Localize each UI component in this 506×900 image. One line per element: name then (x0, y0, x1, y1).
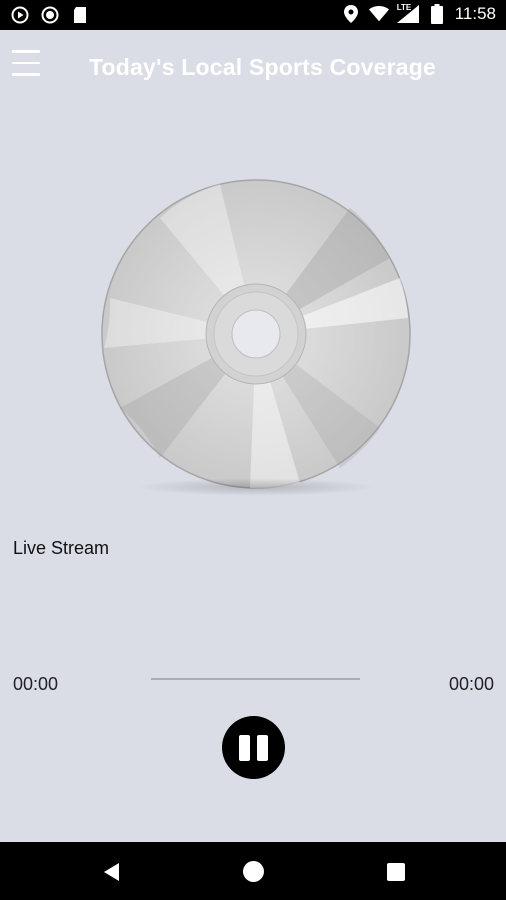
sd-card-icon (70, 5, 90, 25)
hamburger-icon[interactable] (12, 50, 44, 80)
progress-track[interactable] (151, 678, 360, 680)
elapsed-time: 00:00 (13, 674, 59, 694)
app-bar: Today's Local Sports Coverage (0, 30, 506, 106)
wifi-icon (368, 4, 389, 24)
total-time: 00:00 (448, 674, 494, 694)
battery-icon (427, 4, 447, 24)
stream-title: Live Stream (13, 538, 110, 558)
home-icon[interactable] (243, 861, 264, 882)
navigation-bar (0, 842, 506, 900)
play-circle-icon (10, 5, 30, 25)
network-type-label: LTE (396, 3, 412, 12)
back-icon[interactable] (100, 861, 122, 883)
record-icon (40, 5, 60, 25)
signal-icon: LTE (396, 3, 419, 24)
recents-icon[interactable] (387, 863, 405, 881)
cd-disc-icon (100, 178, 412, 508)
clock: 11:58 (454, 4, 496, 23)
location-icon (341, 4, 361, 24)
pause-button[interactable] (222, 716, 285, 779)
page-title: Today's Local Sports Coverage (89, 54, 436, 80)
pause-icon (239, 734, 250, 761)
status-bar: LTE 11:58 (0, 0, 506, 30)
